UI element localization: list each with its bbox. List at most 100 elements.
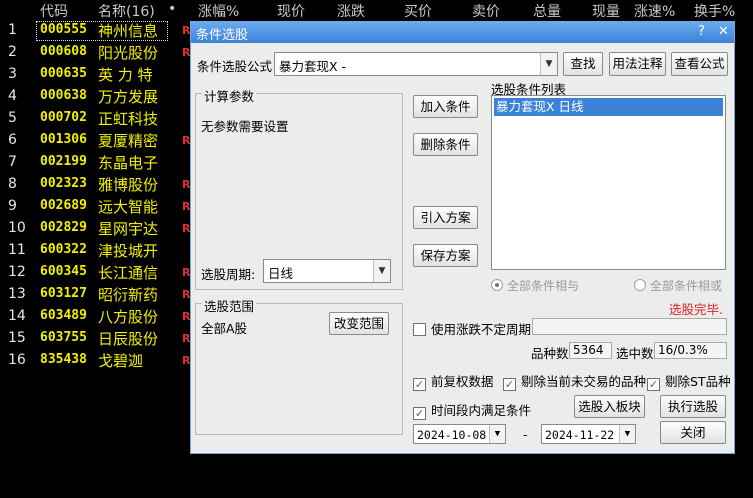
- stock-code: 002829: [40, 220, 87, 235]
- remove-untraded-checkbox[interactable]: ✓ 剔除当前未交易的品种: [503, 371, 646, 391]
- period-select[interactable]: 日线 ▼: [263, 259, 391, 283]
- date-from-value: 2024-10-08: [417, 428, 487, 442]
- col-code[interactable]: 代码: [40, 1, 68, 21]
- table-row[interactable]: 3 000635 英 力 特: [0, 64, 190, 86]
- change-scope-button[interactable]: 改变范围: [329, 312, 389, 335]
- date-to-value: 2024-11-22: [545, 428, 615, 442]
- save-scheme-button[interactable]: 保存方案: [413, 244, 478, 267]
- row-index: 9: [8, 198, 17, 214]
- table-row[interactable]: 8 002323 雅博股份 R: [0, 174, 190, 196]
- col-ask[interactable]: 卖价: [472, 1, 500, 21]
- stock-name: 雅博股份: [98, 176, 159, 194]
- stock-name: 远大智能: [98, 198, 159, 216]
- row-index: 11: [8, 242, 26, 258]
- chevron-down-icon[interactable]: ▼: [540, 53, 557, 75]
- chevron-down-icon[interactable]: ▼: [619, 425, 635, 443]
- condition-list[interactable]: 暴力套现X 日线: [491, 95, 726, 270]
- stock-code: 002199: [40, 154, 87, 169]
- execute-selection-button[interactable]: 执行选股: [660, 395, 726, 418]
- dialog-titlebar[interactable]: 条件选股 ? ✕: [191, 22, 734, 43]
- stock-code: 603489: [40, 308, 87, 323]
- col-change-pct[interactable]: 涨幅%: [198, 1, 239, 21]
- row-index: 7: [8, 154, 17, 170]
- col-cur-volume[interactable]: 现量: [592, 1, 620, 21]
- table-row[interactable]: 2 000608 阳光股份 R: [0, 42, 190, 64]
- condition-stock-dialog: 条件选股 ? ✕ 条件选股公式 暴力套现X - ▼ 查找 用法注释 查看公式 计…: [190, 21, 735, 454]
- usage-notes-button[interactable]: 用法注释: [609, 52, 666, 76]
- date-from-picker[interactable]: 2024-10-08 ▼: [413, 424, 506, 444]
- period-input[interactable]: [532, 318, 727, 335]
- table-row[interactable]: 13 603127 昭衍新药 R: [0, 284, 190, 306]
- delete-condition-button[interactable]: 删除条件: [413, 133, 478, 156]
- find-button[interactable]: 查找: [563, 52, 603, 76]
- import-scheme-button[interactable]: 引入方案: [413, 206, 478, 229]
- status-text: 选股完毕.: [669, 302, 723, 317]
- stock-name: 津投城开: [98, 242, 159, 260]
- formula-select-value: 暴力套现X -: [279, 59, 347, 74]
- table-row[interactable]: 15 603755 日辰股份 R: [0, 328, 190, 350]
- dialog-title: 条件选股: [196, 28, 249, 43]
- table-row[interactable]: 16 835438 戈碧迦 R: [0, 350, 190, 372]
- radio-or[interactable]: 全部条件相或: [634, 277, 722, 294]
- stock-code: 600322: [40, 242, 87, 257]
- col-bid[interactable]: 买价: [404, 1, 432, 21]
- col-change[interactable]: 涨跌: [337, 1, 365, 21]
- formula-select[interactable]: 暴力套现X - ▼: [274, 52, 558, 76]
- stock-code: 000702: [40, 110, 87, 125]
- date-to-picker[interactable]: 2024-11-22 ▼: [541, 424, 636, 444]
- in-period-checkbox[interactable]: ✓ 时间段内满足条件: [413, 400, 531, 420]
- stock-name: 夏厦精密: [98, 132, 159, 150]
- view-formula-button[interactable]: 查看公式: [671, 52, 728, 76]
- row-index: 14: [8, 308, 26, 324]
- close-icon[interactable]: ✕: [715, 24, 732, 40]
- row-index: 5: [8, 110, 17, 126]
- col-price[interactable]: 现价: [277, 1, 305, 21]
- scope-value: 全部A股: [201, 321, 248, 336]
- params-group: 计算参数 无参数需要设置 选股周期: 日线 ▼: [195, 86, 403, 290]
- table-row[interactable]: 9 002689 远大智能 R: [0, 196, 190, 218]
- stock-name: 正虹科技: [98, 110, 159, 128]
- use-period-checkbox[interactable]: 使用涨跌不定周期: [413, 319, 531, 338]
- table-row[interactable]: 4 000638 万方发展: [0, 86, 190, 108]
- checkbox-icon: [413, 323, 426, 336]
- table-row[interactable]: 10 002829 星网宇达 R: [0, 218, 190, 240]
- stock-table-header: 代码 名称(16) • 涨幅% 现价 涨跌 买价 卖价 总量 现量 涨速% 换手…: [0, 0, 753, 20]
- row-index: 12: [8, 264, 26, 280]
- col-name[interactable]: 名称(16): [98, 1, 155, 21]
- help-icon[interactable]: ?: [693, 24, 710, 40]
- table-row[interactable]: 7 002199 东晶电子: [0, 152, 190, 174]
- table-row[interactable]: 14 603489 八方股份 R: [0, 306, 190, 328]
- period-label: 选股周期:: [201, 267, 256, 282]
- radio-and[interactable]: 全部条件相与: [491, 277, 579, 294]
- count-value: 5364: [569, 342, 612, 359]
- row-selection-outline: [36, 21, 168, 41]
- col-volume[interactable]: 总量: [533, 1, 561, 21]
- col-turnover[interactable]: 换手%: [694, 1, 735, 21]
- stock-name: 日辰股份: [98, 330, 159, 348]
- checkmark-icon: ✓: [413, 407, 426, 420]
- stock-name: 长江通信: [98, 264, 159, 282]
- close-dialog-button[interactable]: 关闭: [660, 421, 726, 444]
- condition-list-item[interactable]: 暴力套现X 日线: [494, 98, 723, 116]
- chevron-down-icon[interactable]: ▼: [373, 260, 390, 282]
- stock-code: 835438: [40, 352, 87, 367]
- col-speed[interactable]: 涨速%: [634, 1, 675, 21]
- radio-dot-icon: [491, 279, 503, 291]
- table-row[interactable]: 5 000702 正虹科技: [0, 108, 190, 130]
- chevron-down-icon[interactable]: ▼: [489, 425, 505, 443]
- stock-name: 阳光股份: [98, 44, 159, 62]
- table-row[interactable]: 12 600345 长江通信 R: [0, 262, 190, 284]
- stock-name: 万方发展: [98, 88, 159, 106]
- remove-st-checkbox[interactable]: ✓ 剔除ST品种: [647, 371, 731, 391]
- stock-code: 603755: [40, 330, 87, 345]
- params-title: 计算参数: [202, 86, 257, 105]
- rights-data-checkbox[interactable]: ✓ 前复权数据: [413, 371, 494, 391]
- table-row[interactable]: 11 600322 津投城开: [0, 240, 190, 262]
- stock-name: 东晶电子: [98, 154, 159, 172]
- stock-code: 000608: [40, 44, 87, 59]
- radio-dot-icon: [634, 279, 646, 291]
- add-to-block-button[interactable]: 选股入板块: [574, 395, 645, 418]
- add-condition-button[interactable]: 加入条件: [413, 95, 478, 118]
- row-index: 8: [8, 176, 17, 192]
- table-row[interactable]: 6 001306 夏厦精密 R: [0, 130, 190, 152]
